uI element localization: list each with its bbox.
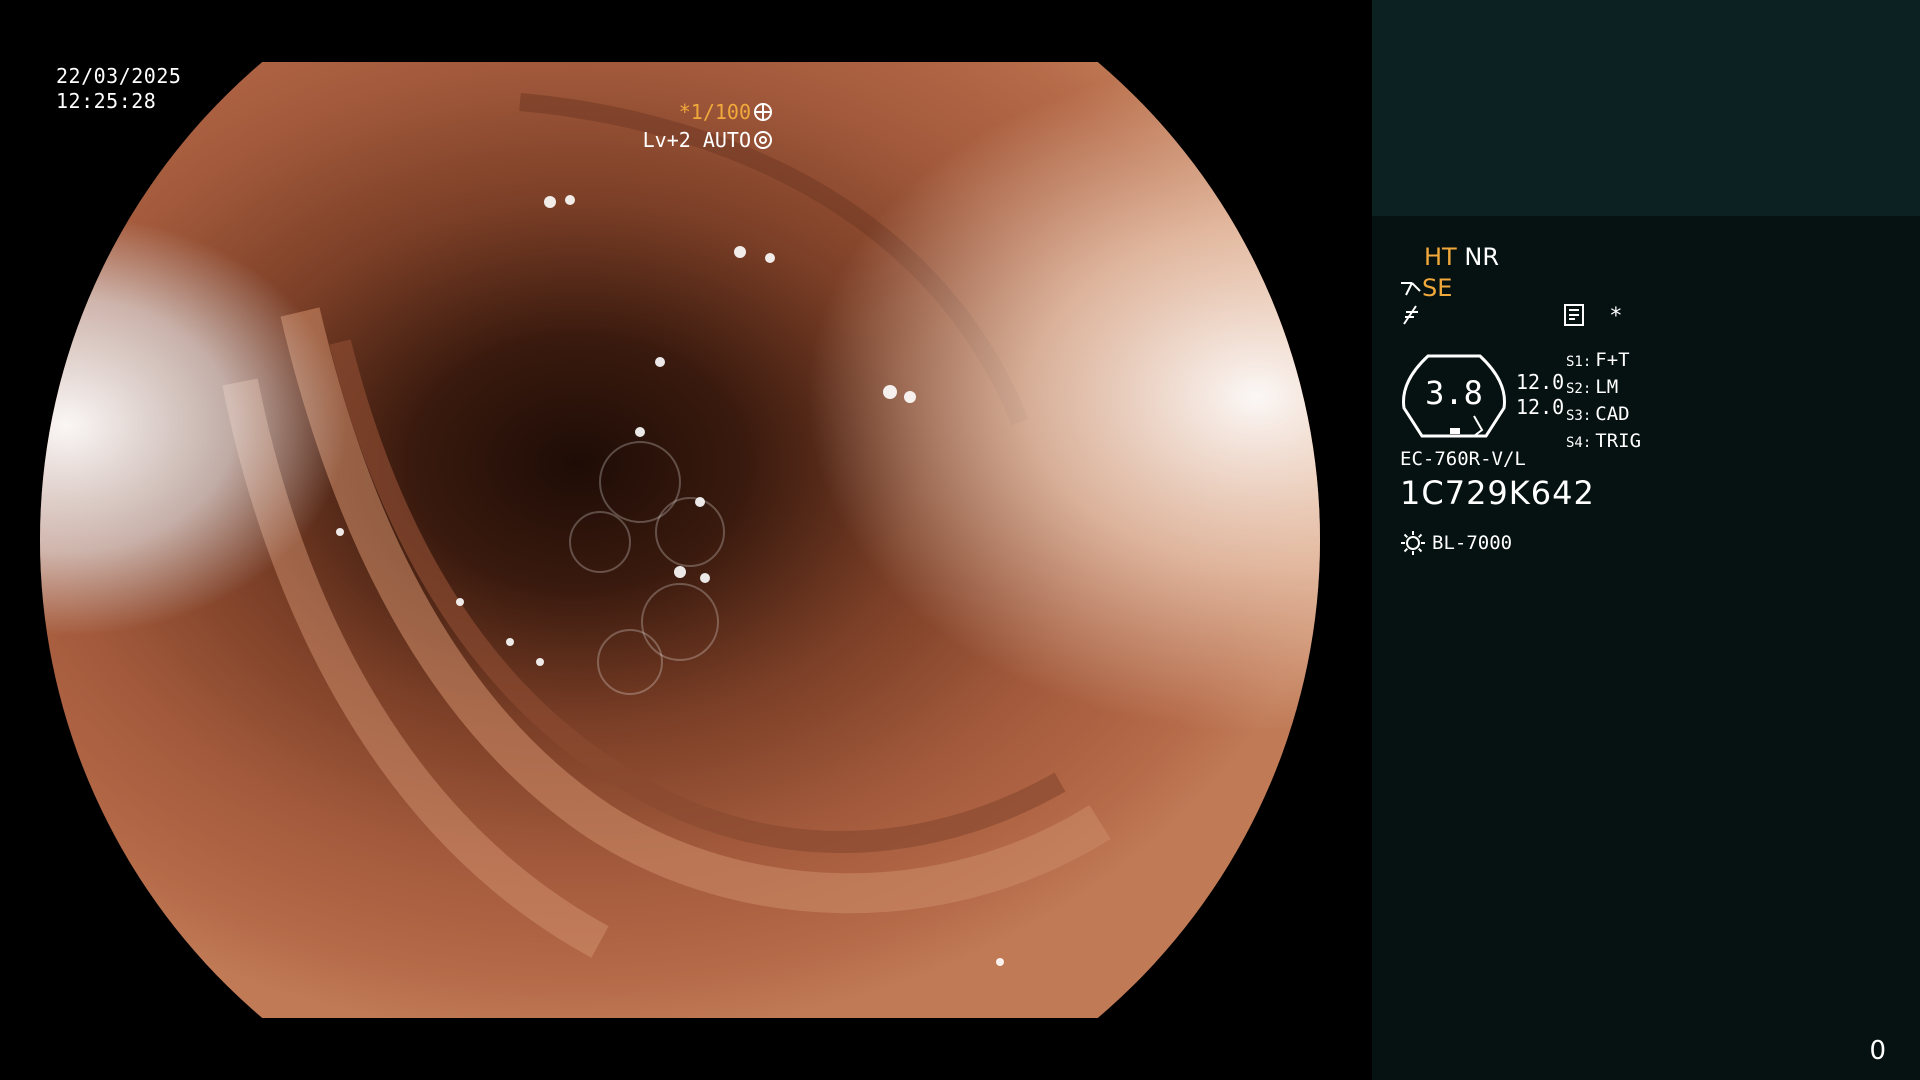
- endoscopy-monitor: 22/03/2025 12:25:28 *1/100 Lv+2 AUTO HT …: [0, 0, 1920, 1080]
- iris-mode: Lv+2 AUTO: [642, 128, 751, 152]
- panel-header-area: [1372, 0, 1920, 216]
- switch-key: S3:: [1566, 408, 1592, 424]
- ht-label: HT: [1424, 243, 1457, 271]
- switch-key: S4:: [1566, 435, 1592, 451]
- color-mode-icon: [1403, 305, 1418, 325]
- shutter-row: *1/100: [643, 98, 772, 126]
- switch-row: S4: TRIG: [1566, 429, 1641, 456]
- iris-icon: [754, 131, 772, 149]
- switch-value: F+T: [1595, 349, 1630, 371]
- switch-value: CAD: [1595, 403, 1630, 425]
- switch-value: LM: [1595, 376, 1619, 398]
- date-text: 22/03/2025: [56, 64, 182, 88]
- shutter-icon: [754, 103, 772, 121]
- switch-row: S1: F+T: [1566, 348, 1641, 375]
- switch-row: S2: LM: [1566, 375, 1641, 402]
- image-counter: 0: [1869, 1036, 1886, 1066]
- record-status: *: [1564, 304, 1623, 329]
- brightness-gauge: 3.8: [1400, 352, 1508, 440]
- iris-row: Lv+2 AUTO: [643, 126, 772, 154]
- endoscope-image: [40, 62, 1320, 1018]
- date-time-overlay: 22/03/2025 12:25:28: [56, 64, 181, 114]
- gauge-value: 3.8: [1425, 374, 1483, 412]
- shutter-speed: *1/100: [678, 100, 751, 124]
- switch-value: TRIG: [1595, 430, 1642, 452]
- endoscope-image-area: 22/03/2025 12:25:28 *1/100 Lv+2 AUTO: [0, 0, 1372, 1080]
- gauge-side-values: 12.0 12.0: [1516, 370, 1564, 420]
- switch-key: S2:: [1566, 381, 1592, 397]
- light-source-model: BL-7000: [1432, 532, 1513, 554]
- enhancement-row: HT NR: [1424, 243, 1499, 271]
- color-mode-row: [1400, 304, 1422, 332]
- exposure-info: *1/100 Lv+2 AUTO: [643, 98, 772, 154]
- record-icon: [1564, 304, 1584, 326]
- gauge-side-value-1: 12.0: [1516, 370, 1565, 394]
- record-star: *: [1609, 304, 1623, 329]
- nr-label: NR: [1464, 243, 1499, 271]
- switch-key: S1:: [1566, 354, 1592, 370]
- time-text: 12:25:28: [56, 89, 157, 113]
- se-label: SE: [1422, 274, 1453, 302]
- light-source-row: BL-7000: [1400, 530, 1512, 556]
- info-panel: HT NR SE * 3.8 12.0 12.0 S1: F+T S2: LM …: [1372, 0, 1920, 1080]
- scope-serial: 1C729K642: [1400, 474, 1595, 512]
- switch-row: S3: CAD: [1566, 402, 1641, 429]
- structure-enhance-icon: [1401, 282, 1421, 296]
- colon-lumen-image: [40, 62, 1320, 1018]
- switch-assignment-list: S1: F+T S2: LM S3: CAD S4: TRIG: [1566, 348, 1641, 456]
- light-source-icon: [1401, 531, 1425, 555]
- gauge-side-value-2: 12.0: [1516, 395, 1565, 419]
- scope-model: EC-760R-V/L: [1400, 448, 1526, 470]
- structure-enhance-row: SE: [1400, 274, 1452, 302]
